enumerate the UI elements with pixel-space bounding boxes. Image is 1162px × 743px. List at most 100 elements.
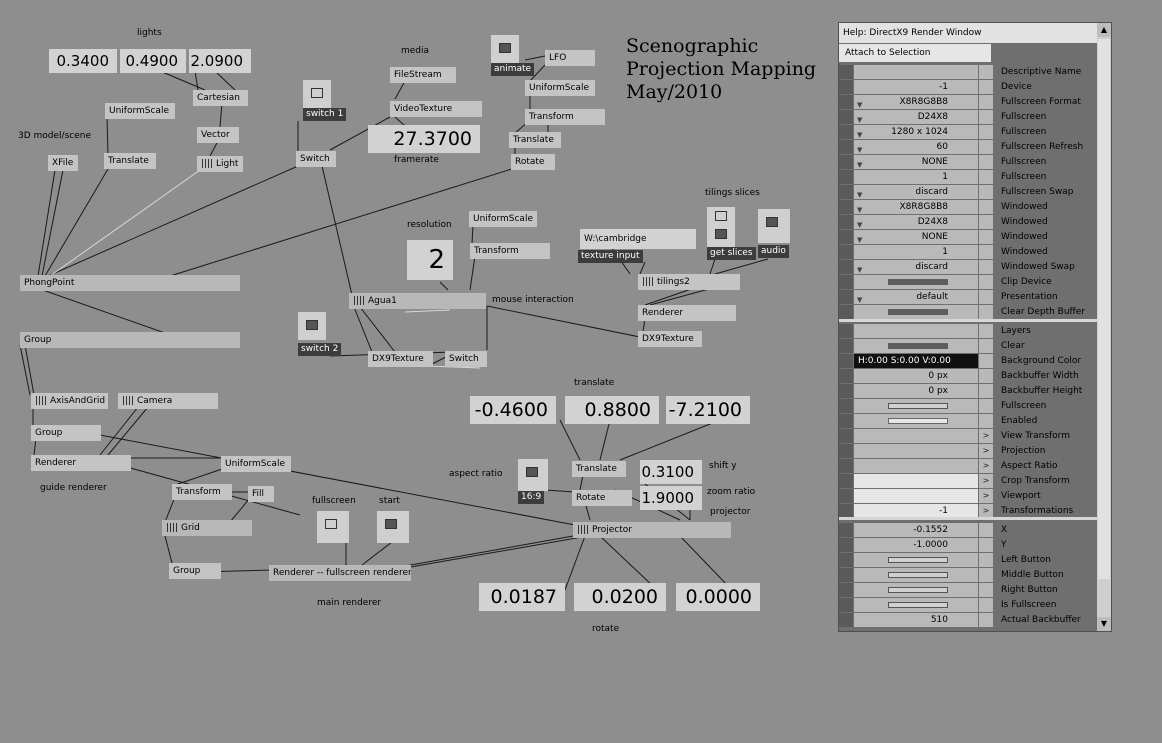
node-grid[interactable]: |||| Grid — [162, 520, 252, 536]
pin-value[interactable]: -0.1552 — [854, 523, 978, 537]
resolution-box[interactable]: 2 — [407, 240, 453, 280]
pin-value[interactable]: X8R8G8B8 ▼ — [854, 95, 978, 109]
pin-value[interactable] — [854, 324, 978, 338]
pin-row-middle-button[interactable]: Middle Button — [839, 568, 1097, 582]
pin-value[interactable]: 1 — [854, 170, 978, 184]
expand-arrow-icon[interactable]: > — [979, 444, 993, 458]
node-lfo[interactable]: LFO — [545, 50, 595, 66]
zoom-box[interactable]: 1.9000 — [640, 486, 702, 510]
expand-arrow-icon[interactable]: > — [979, 504, 993, 518]
pin-value[interactable]: 60 ▼ — [854, 140, 978, 154]
pin-value[interactable] — [854, 583, 978, 597]
animate-toggle[interactable] — [491, 35, 519, 63]
node-switch-b[interactable]: Switch — [445, 351, 487, 367]
pin-row-crop-transform[interactable]: > Crop Transform — [839, 474, 1097, 488]
pin-value[interactable]: -1 — [854, 504, 978, 518]
pin-row-viewport[interactable]: > Viewport — [839, 489, 1097, 503]
node-phongpoint[interactable]: PhongPoint — [20, 275, 240, 291]
node-filestream[interactable]: FileStream — [390, 67, 456, 83]
node-group-3[interactable]: Group — [169, 563, 221, 579]
toggle-bar[interactable] — [888, 557, 948, 563]
toggle-bar[interactable] — [888, 572, 948, 578]
node-agua[interactable]: |||| Agua1 — [349, 293, 486, 309]
scroll-up-icon[interactable]: ▲ — [1097, 23, 1111, 37]
pin-row-view-transform[interactable]: > View Transform — [839, 429, 1097, 443]
node-renderer-main[interactable]: Renderer -- fullscreen renderer — [269, 565, 411, 581]
rotate-x-box[interactable]: 0.0187 — [479, 583, 565, 611]
pin-value[interactable]: -1 — [854, 80, 978, 94]
shift-y-box[interactable]: 0.3100 — [640, 460, 702, 484]
node-light[interactable]: |||| Light — [197, 156, 243, 172]
pin-row-fullscreen[interactable]: NONE ▼ Fullscreen — [839, 155, 1097, 169]
pin-row-y[interactable]: -1.0000 Y — [839, 538, 1097, 552]
node-uniformscale-4[interactable]: UniformScale — [221, 456, 291, 472]
switch1-toggle[interactable] — [303, 80, 331, 108]
node-uniformscale-1[interactable]: UniformScale — [105, 103, 175, 119]
node-videotexture[interactable]: VideoTexture — [390, 101, 482, 117]
toggle-bar[interactable] — [888, 279, 948, 285]
pin-row-background-color[interactable]: H:0.00 S:0.00 V:0.00 Background Color — [839, 354, 1097, 368]
pin-row-transformations[interactable]: -1 > Transformations — [839, 504, 1097, 518]
pin-value[interactable] — [854, 275, 978, 289]
pin-value[interactable] — [854, 444, 978, 458]
expand-arrow-icon[interactable]: > — [979, 474, 993, 488]
get-slices-toggle[interactable] — [707, 207, 735, 247]
audio-toggle[interactable] — [758, 209, 790, 243]
node-camera[interactable]: |||| Camera — [118, 393, 218, 409]
rotate-y-box[interactable]: 0.0200 — [574, 583, 666, 611]
pin-value[interactable] — [854, 429, 978, 443]
pin-row-projection[interactable]: > Projection — [839, 444, 1097, 458]
pin-row-fullscreen[interactable]: Fullscreen — [839, 399, 1097, 413]
pin-value[interactable]: H:0.00 S:0.00 V:0.00 — [854, 354, 978, 368]
node-dx9texture-2[interactable]: DX9Texture — [638, 331, 702, 347]
node-renderer-tilings[interactable]: Renderer — [638, 305, 736, 321]
node-rotate-1[interactable]: Rotate — [511, 154, 555, 170]
node-group-1[interactable]: Group — [20, 332, 240, 348]
node-renderer-guide[interactable]: Renderer — [31, 455, 131, 471]
pin-row-actual-backbuffer[interactable]: 510 Actual Backbuffer — [839, 613, 1097, 627]
toggle-bar[interactable] — [888, 343, 948, 349]
pin-value[interactable]: NONE ▼ — [854, 230, 978, 244]
node-transform-1[interactable]: Transform — [525, 109, 605, 125]
pin-value[interactable] — [854, 399, 978, 413]
pin-row-aspect-ratio[interactable]: > Aspect Ratio — [839, 459, 1097, 473]
pin-row-fullscreen[interactable]: 1 Fullscreen — [839, 170, 1097, 184]
pin-row-fullscreen-format[interactable]: X8R8G8B8 ▼ Fullscreen Format — [839, 95, 1097, 109]
node-translate-2[interactable]: Translate — [509, 132, 561, 148]
pin-value[interactable]: 510 — [854, 613, 978, 627]
light-x-box[interactable]: 0.3400 — [49, 49, 117, 73]
node-xfile[interactable]: XFile — [48, 155, 78, 171]
node-axisandgrid[interactable]: |||| AxisAndGrid — [31, 393, 108, 409]
pin-value[interactable]: NONE ▼ — [854, 155, 978, 169]
pin-row-clear-depth-buffer[interactable]: Clear Depth Buffer — [839, 305, 1097, 319]
node-projector[interactable]: |||| Projector — [573, 522, 731, 538]
aspect-toggle[interactable] — [518, 459, 548, 491]
translate-z-box[interactable]: -7.2100 — [666, 396, 750, 424]
node-transform-2[interactable]: Transform — [470, 243, 550, 259]
pin-value[interactable] — [854, 414, 978, 428]
node-uniformscale-2[interactable]: UniformScale — [525, 80, 595, 96]
pin-value[interactable] — [854, 339, 978, 353]
pin-row-fullscreen-refresh[interactable]: 60 ▼ Fullscreen Refresh — [839, 140, 1097, 154]
pin-row-fullscreen-swap[interactable]: discard ▼ Fullscreen Swap — [839, 185, 1097, 199]
help-scrollbar[interactable]: ▲ ▼ — [1097, 23, 1111, 631]
pin-row-clip-device[interactable]: Clip Device — [839, 275, 1097, 289]
pin-value[interactable] — [854, 459, 978, 473]
expand-arrow-icon[interactable]: > — [979, 429, 993, 443]
node-group-2[interactable]: Group — [31, 425, 101, 441]
pin-value[interactable] — [854, 553, 978, 567]
pin-row-backbuffer-width[interactable]: 0 px Backbuffer Width — [839, 369, 1097, 383]
expand-arrow-icon[interactable]: > — [979, 459, 993, 473]
light-y-box[interactable]: 0.4900 — [120, 49, 186, 73]
pin-row-backbuffer-height[interactable]: 0 px Backbuffer Height — [839, 384, 1097, 398]
pin-row-windowed[interactable]: NONE ▼ Windowed — [839, 230, 1097, 244]
node-uniformscale-3[interactable]: UniformScale — [469, 211, 537, 227]
toggle-bar[interactable] — [888, 309, 948, 315]
pin-value[interactable]: discard ▼ — [854, 260, 978, 274]
pin-value[interactable]: 1280 x 1024 ▼ — [854, 125, 978, 139]
node-switch-a[interactable]: Switch — [296, 151, 336, 167]
pin-row-windowed[interactable]: D24X8 ▼ Windowed — [839, 215, 1097, 229]
pin-row-fullscreen[interactable]: 1280 x 1024 ▼ Fullscreen — [839, 125, 1097, 139]
start-toggle[interactable] — [377, 511, 409, 543]
expand-arrow-icon[interactable]: > — [979, 489, 993, 503]
